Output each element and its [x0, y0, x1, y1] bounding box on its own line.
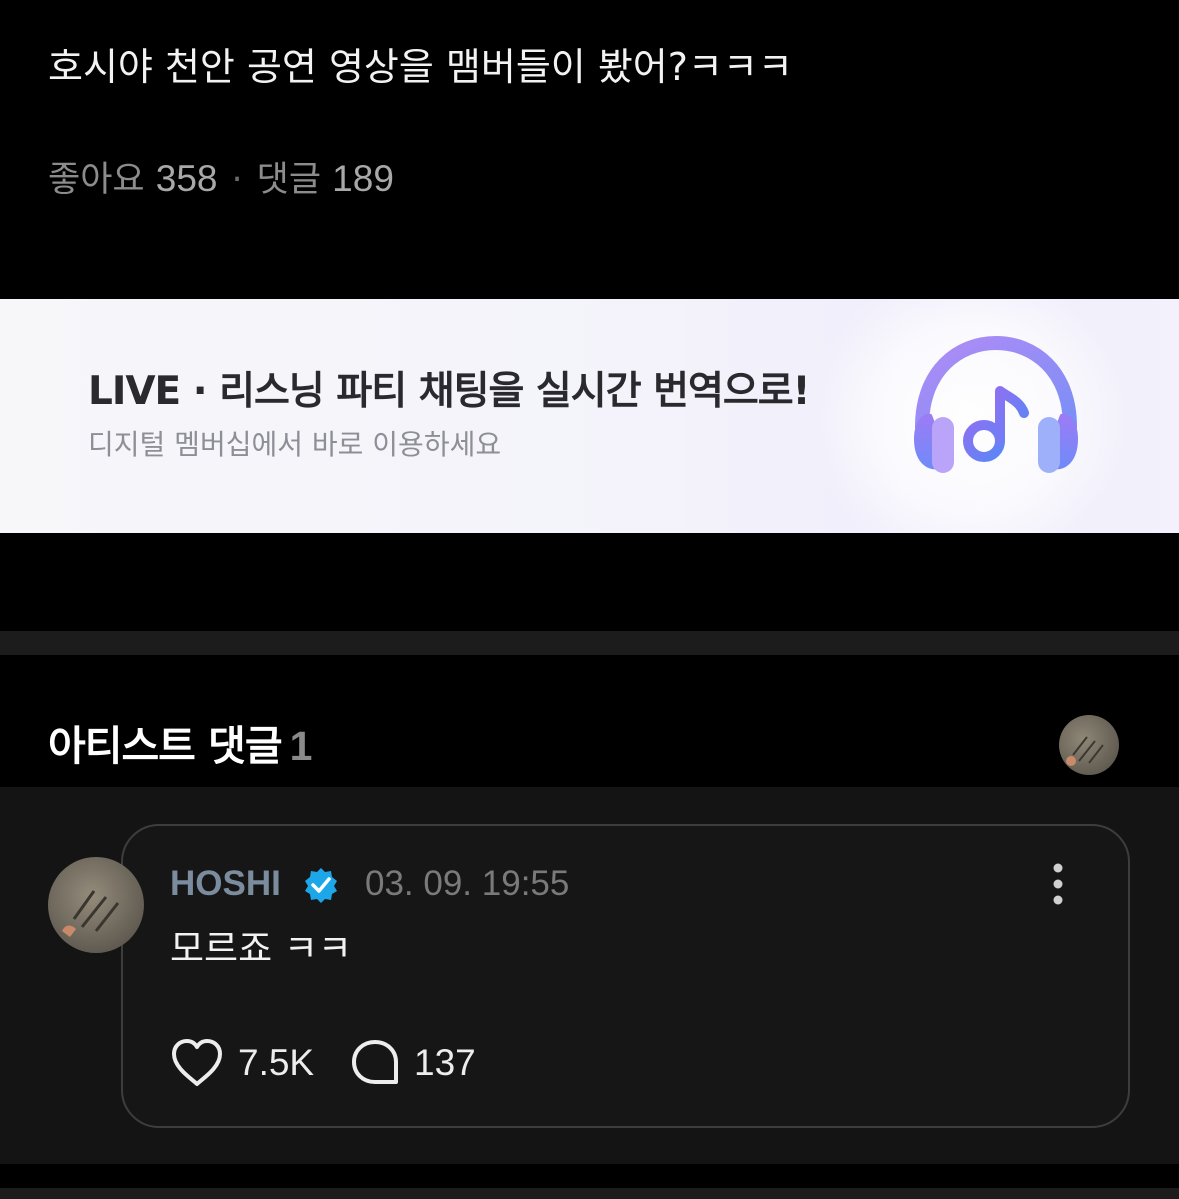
headphones-music-icon [914, 335, 1078, 473]
comment-author-avatar[interactable] [48, 857, 144, 953]
reply-count: 137 [414, 1042, 476, 1083]
artist-comments-header: 아티스트 댓글 1 [48, 718, 313, 774]
comment-author[interactable]: HOSHI [170, 860, 281, 908]
verified-badge-icon [305, 868, 337, 903]
like-count: 7.5K [238, 1042, 315, 1083]
likes-count: 358 [155, 158, 218, 199]
likes-label: 좋아요 [48, 160, 145, 200]
like-button[interactable]: 7.5K [170, 1035, 314, 1091]
artist-comments-count: 1 [289, 723, 313, 769]
comment-timestamp: 03. 09. 19:55 [365, 864, 570, 903]
post-text: 호시야 천안 공연 영상을 맴버들이 봤어?ㅋㅋㅋ [48, 45, 793, 89]
avatar-image [1059, 715, 1119, 775]
comment-bubble-icon [352, 1040, 398, 1084]
comments-count: 189 [332, 158, 394, 199]
artist-comments-title: 아티스트 댓글 [48, 722, 283, 770]
reply-button[interactable]: 137 [350, 1035, 476, 1091]
comment-text: 모르죠 ㅋㅋ [170, 927, 352, 970]
post-stats: 좋아요 358 · 댓글 189 [48, 155, 394, 204]
section-divider [0, 631, 1179, 655]
more-options-icon[interactable] [1040, 860, 1076, 908]
comments-label: 댓글 [256, 160, 322, 200]
heart-icon [172, 1039, 222, 1086]
avatar-image [48, 857, 144, 953]
artist-avatar-small[interactable] [1059, 715, 1119, 775]
bottom-divider [0, 1188, 1179, 1199]
promo-banner[interactable]: LIVE · 리스닝 파티 채팅을 실시간 번역으로! 디지털 멤버십에서 바로… [0, 299, 1179, 533]
stats-separator: · [231, 160, 243, 200]
banner-subtitle: 디지털 멤버십에서 바로 이용하세요 [88, 428, 502, 461]
banner-title: LIVE · 리스닝 파티 채팅을 실시간 번역으로! [88, 369, 810, 414]
